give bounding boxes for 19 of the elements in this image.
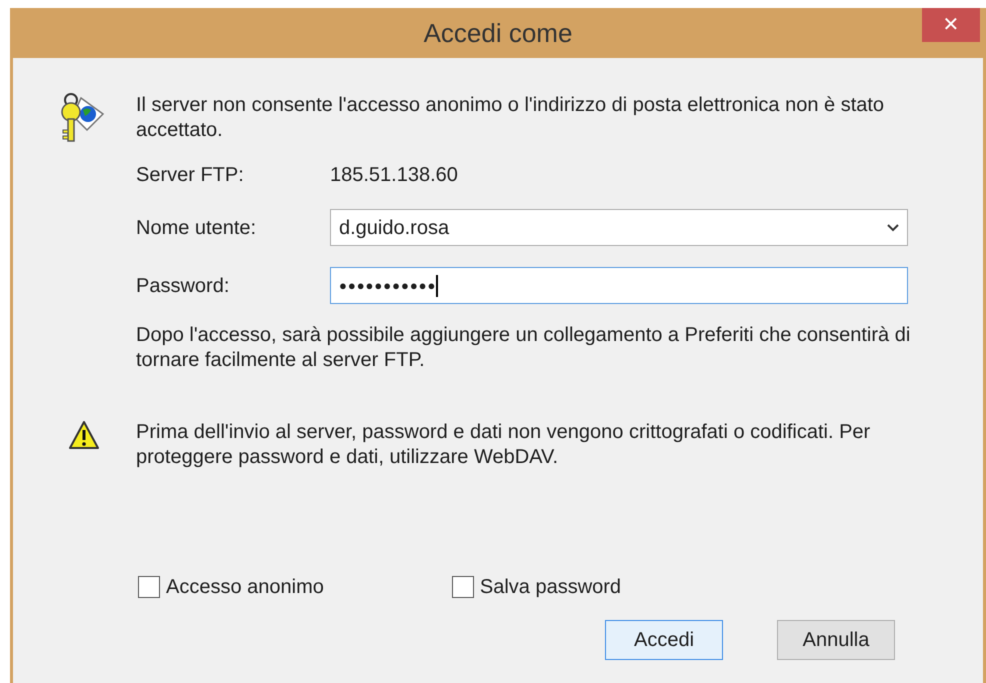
window-title: Accedi come	[424, 16, 572, 50]
info-text: Dopo l'accesso, sarà possibile aggiungere un collegamento a Preferiti che consentirà di tornare facilmente al server FTP.	[136, 323, 912, 373]
server-label: Server FTP:	[136, 163, 245, 188]
checkbox[interactable]	[452, 576, 474, 598]
password-field[interactable]: ●●●●●●●●●●●	[330, 267, 908, 304]
dialog-button[interactable]: Accedi	[605, 620, 723, 660]
username-field[interactable]: d.guido.rosa	[330, 209, 908, 246]
checkbox-label: Accesso anonimo	[166, 575, 324, 600]
password-label: Password:	[136, 274, 230, 298]
checkbox[interactable]	[138, 576, 160, 598]
warning-icon	[68, 420, 100, 450]
checkbox-label: Salva password	[480, 575, 622, 600]
username-label: Nome utente:	[136, 216, 258, 240]
close-button[interactable]: ✕	[922, 8, 980, 42]
dialog-button[interactable]: Annulla	[777, 620, 895, 660]
chevron-down-icon	[887, 224, 899, 232]
warning-text: Prima dell'invio al server, password e dati non vengono crittografati o codificati. Per proteggere password e dati, utilizzare WebDAV.	[136, 420, 872, 470]
error-message: Il server non consente l'accesso anonimo o l'indirizzo di posta elettronica non è stato accettato.	[136, 93, 886, 143]
server-address: 185.51.138.60	[330, 163, 458, 188]
